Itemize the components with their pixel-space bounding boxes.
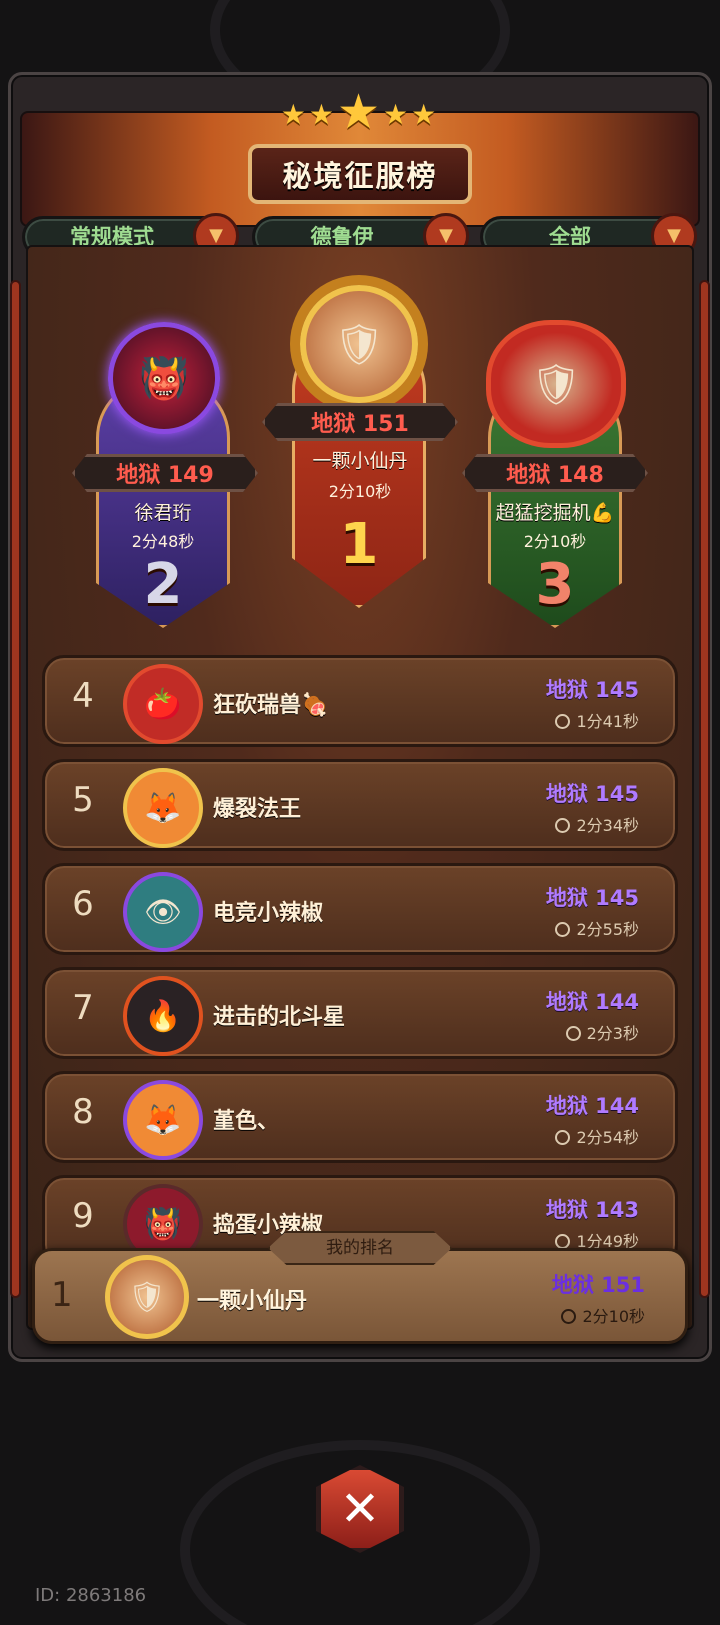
left-rail bbox=[10, 280, 21, 1298]
player-score: 地狱 145 bbox=[545, 678, 639, 702]
player-time: 2分34秒 bbox=[555, 812, 639, 836]
first-place-name: 一颗小仙丹 bbox=[312, 450, 408, 472]
my-rank-number: 1 bbox=[51, 1275, 73, 1315]
row-rank: 6 bbox=[72, 884, 94, 924]
player-id: ID: 2863186 bbox=[35, 1585, 147, 1606]
clock-icon bbox=[561, 1309, 577, 1324]
row-rank: 8 bbox=[72, 1092, 94, 1132]
row-rank: 5 bbox=[72, 780, 94, 820]
player-score: 地狱 145 bbox=[545, 782, 639, 806]
second-place-avatar[interactable]: 👹 bbox=[108, 322, 220, 434]
player-time-value: 2分3秒 bbox=[586, 1024, 639, 1043]
clock-icon bbox=[555, 714, 571, 729]
first-place-score: 地狱 151 bbox=[262, 403, 458, 441]
player-time-value: 2分54秒 bbox=[576, 1128, 639, 1147]
ranking-row[interactable]: 8 🦊 堇色、 地狱 144 2分54秒 bbox=[42, 1071, 678, 1163]
player-name: 爆裂法王 bbox=[213, 797, 302, 822]
player-time-value: 1分41秒 bbox=[576, 712, 639, 731]
player-score: 地狱 144 bbox=[545, 1094, 639, 1118]
player-time: 2分54秒 bbox=[555, 1124, 639, 1148]
first-place-time: 2分10秒 bbox=[328, 482, 392, 501]
my-time: 2分10秒 bbox=[561, 1303, 645, 1327]
ranking-row[interactable]: 4 🍅 狂砍瑞兽🍖 地狱 145 1分41秒 bbox=[42, 655, 678, 747]
clock-icon bbox=[565, 1026, 581, 1041]
third-place-avatar[interactable]: 🛡 bbox=[486, 320, 626, 448]
third-place-rank: 3 bbox=[535, 552, 575, 617]
player-time: 1分41秒 bbox=[555, 708, 639, 732]
player-score: 地狱 144 bbox=[545, 990, 639, 1014]
row-rank: 7 bbox=[72, 988, 94, 1028]
third-place-score: 地狱 148 bbox=[462, 454, 648, 492]
player-time: 2分55秒 bbox=[555, 916, 639, 940]
star-icon: ★ bbox=[336, 84, 384, 140]
player-name: 进击的北斗星 bbox=[213, 1005, 346, 1030]
player-score: 地狱 145 bbox=[545, 886, 639, 910]
player-avatar[interactable]: 🦊 bbox=[123, 768, 203, 848]
third-place-time: 2分10秒 bbox=[523, 532, 587, 551]
my-rank-label: 我的排名 bbox=[268, 1231, 452, 1265]
close-icon: ✕ bbox=[339, 1481, 381, 1537]
player-avatar[interactable]: 🔥 bbox=[123, 976, 203, 1056]
clock-icon bbox=[555, 1130, 571, 1145]
star-icon: ★★ bbox=[280, 98, 337, 131]
page-title: 秘境征服榜 bbox=[248, 144, 472, 204]
second-place-name: 徐君珩 bbox=[134, 502, 192, 524]
ranking-row[interactable]: 7 🔥 进击的北斗星 地狱 144 2分3秒 bbox=[42, 967, 678, 1059]
my-time-value: 2分10秒 bbox=[582, 1307, 645, 1326]
clock-icon bbox=[555, 818, 571, 833]
player-name: 堇色、 bbox=[213, 1109, 280, 1134]
my-name: 一颗小仙丹 bbox=[197, 1289, 308, 1314]
player-name: 狂砍瑞兽🍖 bbox=[213, 693, 329, 718]
first-place-avatar[interactable]: 🛡 bbox=[300, 285, 418, 403]
player-time-value: 2分55秒 bbox=[576, 920, 639, 939]
third-place-name: 超猛挖掘机💪 bbox=[495, 502, 615, 524]
player-name: 电竞小辣椒 bbox=[213, 901, 324, 926]
row-rank: 9 bbox=[72, 1196, 94, 1236]
player-time-value: 2分34秒 bbox=[576, 816, 639, 835]
second-place-rank: 2 bbox=[143, 552, 183, 617]
second-place-time: 2分48秒 bbox=[131, 532, 195, 551]
ranking-row[interactable]: 5 🦊 爆裂法王 地狱 145 2分34秒 bbox=[42, 759, 678, 851]
right-rail bbox=[699, 280, 710, 1298]
player-time: 2分3秒 bbox=[565, 1020, 639, 1044]
row-rank: 4 bbox=[72, 676, 94, 716]
my-avatar[interactable]: 🛡 bbox=[105, 1255, 189, 1339]
player-avatar[interactable]: 🦊 bbox=[123, 1080, 203, 1160]
clock-icon bbox=[555, 1234, 571, 1249]
second-place-score: 地狱 149 bbox=[72, 454, 258, 492]
star-rating: ★★★★★ bbox=[0, 84, 720, 140]
star-icon: ★★ bbox=[383, 98, 440, 131]
clock-icon bbox=[555, 922, 571, 937]
player-avatar[interactable]: 🍅 bbox=[123, 664, 203, 744]
ranking-row[interactable]: 6 👁 电竞小辣椒 地狱 145 2分55秒 bbox=[42, 863, 678, 955]
my-score: 地狱 151 bbox=[551, 1273, 645, 1297]
player-score: 地狱 143 bbox=[545, 1198, 639, 1222]
player-avatar[interactable]: 👁 bbox=[123, 872, 203, 952]
first-place-rank: 1 bbox=[339, 512, 379, 577]
